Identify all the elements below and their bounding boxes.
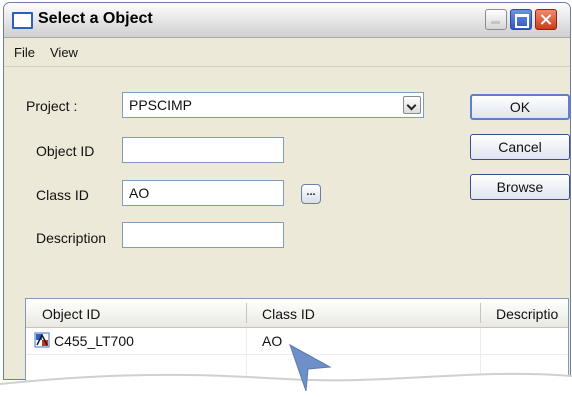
- chevron-down-icon[interactable]: [403, 96, 421, 114]
- class-id-label: Class ID: [36, 187, 89, 203]
- window-icon: [12, 12, 33, 29]
- description-field[interactable]: [122, 222, 284, 248]
- title-bar[interactable]: Select a Object: [4, 3, 570, 38]
- menu-bar: File View: [4, 38, 570, 67]
- column-header-class-id[interactable]: Class ID: [262, 306, 315, 322]
- object-tag-icon: [34, 332, 50, 348]
- object-id-label: Object ID: [36, 143, 95, 159]
- class-id-field[interactable]: AO: [122, 180, 284, 206]
- object-id-field[interactable]: [122, 137, 284, 163]
- project-label: Project :: [26, 98, 78, 114]
- cell-object-id: C455_LT700: [54, 333, 134, 349]
- cell-class-id: AO: [262, 333, 283, 349]
- ok-button[interactable]: OK: [470, 94, 570, 120]
- menu-file[interactable]: File: [14, 45, 35, 60]
- description-label: Description: [36, 230, 107, 246]
- column-divider[interactable]: [480, 303, 481, 323]
- close-icon[interactable]: [535, 9, 557, 30]
- project-select[interactable]: PPSCIMP: [122, 92, 424, 118]
- column-header-object-id[interactable]: Object ID: [42, 306, 100, 322]
- pointer-arrow-icon: [289, 343, 332, 392]
- window-title: Select a Object: [38, 10, 153, 27]
- column-header-description[interactable]: Descriptio: [496, 306, 558, 322]
- cancel-button[interactable]: Cancel: [470, 134, 570, 160]
- minimize-icon[interactable]: [485, 9, 507, 30]
- project-value: PPSCIMP: [129, 97, 193, 113]
- class-id-browse-button[interactable]: ...: [301, 184, 321, 204]
- browse-button[interactable]: Browse: [470, 174, 570, 200]
- column-divider[interactable]: [246, 303, 247, 323]
- maximize-icon[interactable]: [510, 9, 532, 30]
- menu-view[interactable]: View: [50, 45, 78, 60]
- results-header: Object ID Class ID Descriptio: [26, 299, 568, 328]
